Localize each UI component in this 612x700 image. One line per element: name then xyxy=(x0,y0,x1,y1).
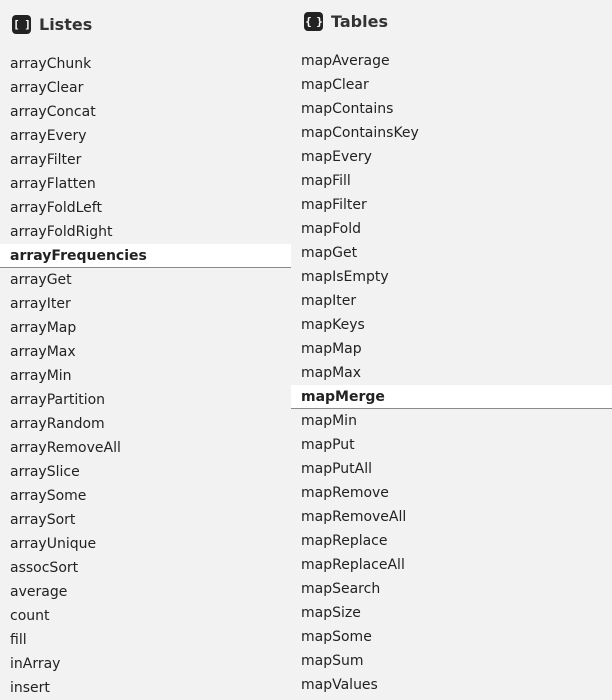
function-item[interactable]: mapEvery xyxy=(291,145,612,169)
function-item[interactable]: arrayFoldRight xyxy=(0,220,291,244)
function-item[interactable]: mapReplaceAll xyxy=(291,553,612,577)
function-item[interactable]: mapSum xyxy=(291,649,612,673)
function-item[interactable]: arraySome xyxy=(0,484,291,508)
function-item[interactable]: arrayRandom xyxy=(0,412,291,436)
function-item[interactable]: arrayMin xyxy=(0,364,291,388)
function-item[interactable]: assocSort xyxy=(0,556,291,580)
function-item[interactable]: arrayUnique xyxy=(0,532,291,556)
lists-title: Listes xyxy=(39,14,93,34)
function-item[interactable]: insert xyxy=(0,676,291,700)
function-item[interactable]: mapFill xyxy=(291,169,612,193)
function-item[interactable]: mapKeys xyxy=(291,313,612,337)
function-item[interactable]: mapSize xyxy=(291,601,612,625)
function-item[interactable]: arrayMax xyxy=(0,340,291,364)
function-item[interactable]: mapClear xyxy=(291,73,612,97)
function-item[interactable]: arrayGet xyxy=(0,268,291,292)
function-item[interactable]: arrayIter xyxy=(0,292,291,316)
function-item[interactable]: arrayMap xyxy=(0,316,291,340)
function-item[interactable]: arrayConcat xyxy=(0,100,291,124)
function-item[interactable]: mapMap xyxy=(291,337,612,361)
function-item[interactable]: mapMerge xyxy=(291,385,612,409)
function-item[interactable]: count xyxy=(0,604,291,628)
function-item[interactable]: mapMin xyxy=(291,409,612,433)
function-item[interactable]: mapContains xyxy=(291,97,612,121)
function-item[interactable]: arrayFoldLeft xyxy=(0,196,291,220)
braces-icon: { } xyxy=(304,11,323,31)
function-item[interactable]: arraySort xyxy=(0,508,291,532)
brackets-icon: [ ] xyxy=(12,14,31,34)
tables-function-list: mapAverage mapClear mapContains mapContains… xyxy=(291,49,612,697)
function-item[interactable]: arrayFlatten xyxy=(0,172,291,196)
function-item[interactable]: arrayRemoveAll xyxy=(0,436,291,460)
function-item[interactable]: mapGet xyxy=(291,241,612,265)
function-item[interactable]: mapFold xyxy=(291,217,612,241)
function-item[interactable]: mapAverage xyxy=(291,49,612,73)
function-item[interactable]: mapMax xyxy=(291,361,612,385)
function-item[interactable]: arrayPartition xyxy=(0,388,291,412)
function-item[interactable]: mapFilter xyxy=(291,193,612,217)
function-item[interactable]: mapPut xyxy=(291,433,612,457)
function-item[interactable]: mapValues xyxy=(291,673,612,697)
function-item[interactable]: mapSome xyxy=(291,625,612,649)
tables-title: Tables xyxy=(331,11,388,31)
function-item[interactable]: arraySlice xyxy=(0,460,291,484)
function-item[interactable]: mapSearch xyxy=(291,577,612,601)
function-item[interactable]: mapReplace xyxy=(291,529,612,553)
lists-heading: [ ] Listes xyxy=(12,12,92,36)
function-item[interactable]: inArray xyxy=(0,652,291,676)
function-item[interactable]: arrayFilter xyxy=(0,148,291,172)
function-item[interactable]: mapContainsKey xyxy=(291,121,612,145)
function-item[interactable]: arrayEvery xyxy=(0,124,291,148)
lists-function-list: arrayChunk arrayClear arrayConcat arrayEver… xyxy=(0,52,291,700)
function-item[interactable]: mapPutAll xyxy=(291,457,612,481)
tables-heading: { } Tables xyxy=(304,9,388,33)
function-item[interactable]: fill xyxy=(0,628,291,652)
function-item[interactable]: mapIsEmpty xyxy=(291,265,612,289)
function-item[interactable]: arrayChunk xyxy=(0,52,291,76)
function-item[interactable]: mapRemove xyxy=(291,481,612,505)
function-reference: [ ] Listes arrayChunk arrayClear arrayConc… xyxy=(0,0,612,700)
function-item[interactable]: mapIter xyxy=(291,289,612,313)
function-item[interactable]: average xyxy=(0,580,291,604)
function-item[interactable]: arrayFrequencies xyxy=(0,244,291,268)
function-item[interactable]: mapRemoveAll xyxy=(291,505,612,529)
function-item[interactable]: arrayClear xyxy=(0,76,291,100)
